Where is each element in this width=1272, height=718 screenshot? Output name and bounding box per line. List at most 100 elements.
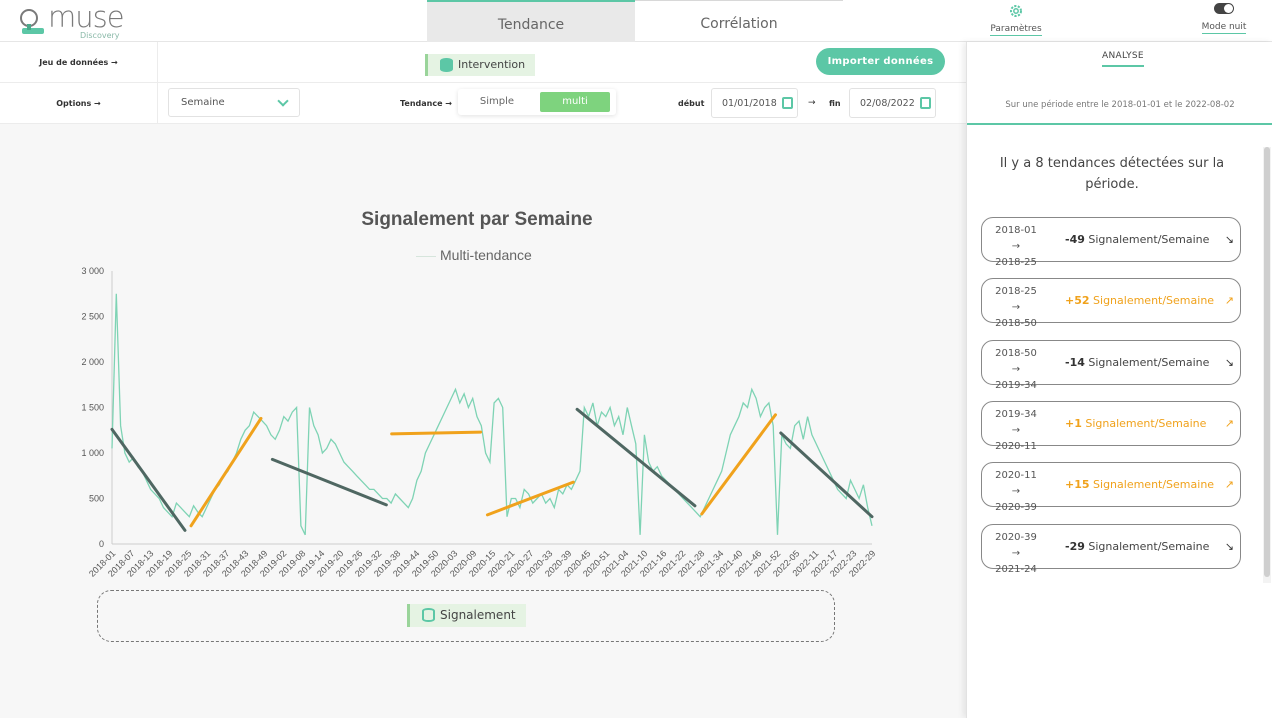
calendar-icon[interactable] bbox=[920, 97, 931, 109]
trend-value-number: +52 bbox=[1065, 294, 1090, 308]
app-logo[interactable]: muse Discovery bbox=[18, 0, 148, 40]
y-tick-label: 500 bbox=[89, 494, 104, 504]
trend-dates: 2019-34 → 2020-11 bbox=[990, 407, 1042, 455]
calendar-icon[interactable] bbox=[782, 97, 793, 109]
night-mode-label: Mode nuit bbox=[1201, 22, 1247, 34]
tab-analyse[interactable]: ANALYSE bbox=[1102, 51, 1144, 67]
trend-value: +1 Signalement/Semaine bbox=[1065, 402, 1206, 445]
y-tick-label: 1 500 bbox=[81, 403, 104, 413]
trend-end-date: 2020-39 bbox=[995, 502, 1037, 514]
toggle-switch-icon[interactable] bbox=[1214, 3, 1234, 14]
options-row: Options → Semaine Tendance → Simple mult… bbox=[0, 83, 966, 124]
scrollbar[interactable] bbox=[1263, 147, 1271, 583]
trend-line-5 bbox=[485, 480, 575, 517]
top-navigation: muse Discovery Tendance Corrélation Para… bbox=[0, 0, 1272, 42]
trend-simple-option[interactable]: Simple bbox=[466, 92, 528, 112]
trend-card[interactable]: 2018-01 → 2018-25 -49 Signalement/Semaine ↘ bbox=[981, 217, 1241, 268]
y-tick-label: 2 500 bbox=[81, 312, 104, 322]
trend-card[interactable]: 2020-11 → 2020-39 +15 Signalement/Semaine ↗ bbox=[981, 462, 1241, 513]
trend-dates: 2020-39 → 2021-24 bbox=[990, 530, 1042, 578]
intervention-chip[interactable]: Intervention bbox=[425, 54, 536, 76]
y-tick-label: 3 000 bbox=[81, 266, 104, 276]
trend-value-number: +15 bbox=[1065, 478, 1090, 492]
chevron-down-icon bbox=[277, 95, 289, 107]
trend-line-3 bbox=[270, 457, 388, 507]
period-select[interactable]: Semaine bbox=[168, 88, 300, 117]
trend-line-4 bbox=[390, 430, 483, 436]
trend-chart: 05001 0001 5002 0002 5003 0002018-012018… bbox=[81, 266, 877, 579]
trend-up-icon: ↗ bbox=[1224, 294, 1234, 308]
trend-value-number: -14 bbox=[1065, 355, 1085, 369]
trend-end-date: 2019-34 bbox=[995, 379, 1037, 391]
tab-tendance[interactable]: Tendance bbox=[427, 0, 635, 42]
trend-value: -29 Signalement/Semaine bbox=[1065, 525, 1209, 568]
analysis-summary: Il y a 8 tendances détectées sur la péri… bbox=[999, 156, 1225, 192]
database-icon bbox=[422, 608, 435, 622]
gear-icon bbox=[1010, 5, 1022, 17]
settings-button[interactable]: Paramètres bbox=[988, 3, 1044, 36]
scrollbar-thumb[interactable] bbox=[1264, 147, 1270, 577]
end-date-label: fin bbox=[829, 99, 841, 108]
trend-line-7 bbox=[700, 413, 777, 516]
microscope-icon bbox=[20, 9, 44, 34]
analysis-panel: ANALYSE Sur une période entre le 2018-01… bbox=[966, 42, 1272, 718]
analysis-period: Sur une période entre le 2018-01-01 et l… bbox=[1005, 100, 1235, 110]
trend-card[interactable]: 2019-34 → 2020-11 +1 Signalement/Semaine ↗ bbox=[981, 400, 1241, 452]
trend-end-date: 2018-25 bbox=[995, 257, 1037, 268]
trend-down-icon: ↘ bbox=[1224, 539, 1234, 553]
series-line-signalement bbox=[111, 293, 873, 536]
start-date-value: 01/01/2018 bbox=[722, 98, 777, 109]
signalement-chip-label: Signalement bbox=[440, 608, 516, 622]
dataset-label: Jeu de données → bbox=[0, 42, 158, 82]
trend-down-icon: ↘ bbox=[1224, 233, 1234, 246]
period-select-value: Semaine bbox=[181, 97, 225, 108]
trend-value-unit: Signalement/Semaine bbox=[1089, 478, 1215, 492]
trend-start-date: 2018-01 → bbox=[995, 225, 1037, 252]
chart-title: Signalement par Semaine bbox=[361, 209, 593, 230]
trend-start-date: 2018-50 → bbox=[995, 347, 1037, 375]
signalement-chip[interactable]: Signalement bbox=[407, 604, 526, 627]
trend-value-number: +1 bbox=[1065, 416, 1082, 430]
end-date-value: 02/08/2022 bbox=[860, 98, 915, 109]
trend-line-6 bbox=[575, 407, 697, 508]
trend-up-icon: ↗ bbox=[1224, 416, 1234, 430]
trend-value: +52 Signalement/Semaine bbox=[1065, 279, 1214, 322]
options-label: Options → bbox=[0, 83, 158, 123]
trend-value-unit: Signalement/Semaine bbox=[1084, 539, 1210, 553]
trend-start-date: 2020-11 → bbox=[995, 470, 1037, 498]
trend-value: -14 Signalement/Semaine bbox=[1065, 341, 1209, 384]
tab-correlation[interactable]: Corrélation bbox=[635, 0, 843, 42]
date-range-arrow: → bbox=[808, 98, 816, 108]
trend-card[interactable]: 2018-25 → 2018-50 +52 Signalement/Semaine ↗ bbox=[981, 278, 1241, 329]
trend-value: -49 Signalement/Semaine bbox=[1065, 218, 1209, 261]
trend-multi-option[interactable]: multi bbox=[540, 92, 610, 112]
trend-start-date: 2020-39 → bbox=[995, 531, 1037, 559]
trend-line-2 bbox=[189, 416, 263, 528]
start-date-input[interactable]: 01/01/2018 bbox=[711, 88, 798, 118]
y-tick-label: 1 000 bbox=[81, 448, 104, 458]
night-mode-toggle[interactable]: Mode nuit bbox=[1196, 3, 1252, 34]
import-data-button[interactable]: Importer données bbox=[816, 48, 945, 75]
trend-value-unit: Signalement/Semaine bbox=[1089, 294, 1215, 308]
end-date-input[interactable]: 02/08/2022 bbox=[849, 88, 936, 118]
trend-dates: 2018-25 → 2018-50 bbox=[990, 284, 1042, 332]
trend-dates: 2018-01 → 2018-25 bbox=[990, 223, 1042, 271]
trend-card[interactable]: 2018-50 → 2019-34 -14 Signalement/Semaine ↘ bbox=[981, 339, 1241, 391]
trend-end-date: 2020-11 bbox=[995, 440, 1037, 452]
trend-card[interactable]: 2020-39 → 2021-24 -29 Signalement/Semaine ↘ bbox=[981, 523, 1241, 575]
database-icon bbox=[440, 58, 453, 72]
trend-value: +15 Signalement/Semaine bbox=[1065, 463, 1214, 506]
y-tick-label: 0 bbox=[99, 539, 104, 549]
start-date-label: début bbox=[678, 99, 705, 108]
trend-end-date: 2018-50 bbox=[995, 318, 1037, 330]
trend-dates: 2018-50 → 2019-34 bbox=[990, 346, 1042, 394]
trend-mode-toggle: Simple multi bbox=[458, 89, 616, 115]
logo-subtitle: Discovery bbox=[80, 31, 120, 40]
trend-value-unit: Signalement/Semaine bbox=[1084, 233, 1210, 246]
trend-end-date: 2021-24 bbox=[995, 563, 1037, 575]
panel-divider bbox=[967, 123, 1272, 125]
trend-value-number: -49 bbox=[1065, 233, 1085, 246]
trend-label: Tendance → bbox=[400, 99, 452, 108]
trend-line-8 bbox=[779, 431, 874, 519]
trend-start-date: 2018-25 → bbox=[995, 286, 1037, 314]
